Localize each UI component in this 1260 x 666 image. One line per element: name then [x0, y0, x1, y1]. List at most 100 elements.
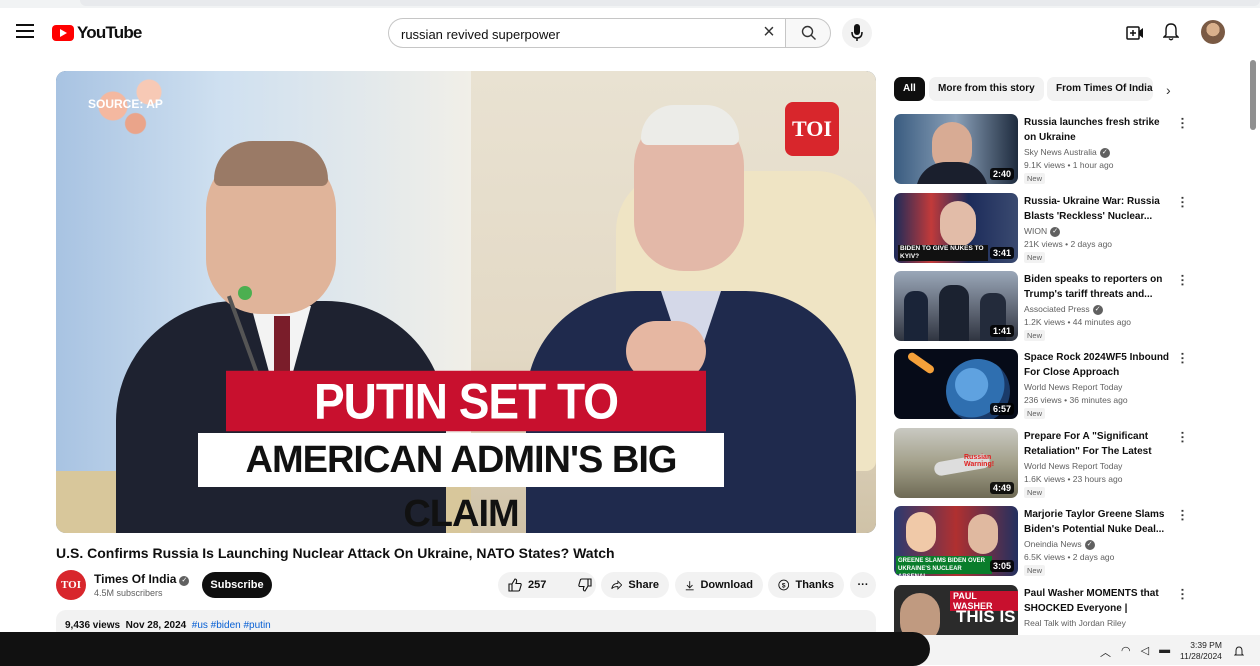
account-avatar[interactable]	[1201, 20, 1225, 44]
chip-from-channel[interactable]: From Times Of India	[1047, 77, 1153, 101]
video-thumbnail[interactable]: 1:41	[894, 271, 1018, 341]
recommendation-title[interactable]: Biden speaks to reporters on Trump's tar…	[1024, 272, 1174, 302]
video-thumbnail[interactable]: 6:57	[894, 349, 1018, 419]
more-actions-icon: ···	[857, 579, 869, 591]
description-meta: 9,436 views Nov 28, 2024 #us #biden #put…	[65, 620, 271, 631]
recommendation-item[interactable]: BIDEN TO GIVE NUKES TO KYIV? 3:41 Russia…	[894, 193, 1254, 265]
video-thumbnail[interactable]: GREENE SLAMS BIDEN OVER UKRAINE'S NUCLEA…	[894, 506, 1018, 576]
recommendation-title[interactable]: Paul Washer MOMENTS that SHOCKED Everyon…	[1024, 586, 1174, 616]
search-input[interactable]	[401, 24, 751, 44]
clear-search-icon[interactable]: ×	[759, 22, 779, 43]
kebab-menu-icon[interactable]: ···	[1175, 117, 1190, 130]
taskbar-clock[interactable]: 3:39 PM 11/28/2024	[1180, 640, 1222, 662]
kebab-menu-icon[interactable]: ···	[1175, 274, 1190, 287]
clock-date: 11/28/2024	[1180, 651, 1222, 661]
recommendation-meta: 21K views • 2 days ago	[1024, 239, 1113, 249]
recommendation-title[interactable]: Russia launches fresh strike on Ukraine	[1024, 115, 1174, 145]
channel-avatar[interactable]: TOI	[56, 570, 86, 600]
recommendation-item[interactable]: 1:41 Biden speaks to reporters on Trump'…	[894, 271, 1254, 343]
recommendation-channel[interactable]: WION ✓	[1024, 226, 1061, 237]
youtube-logo[interactable]: YouTube	[52, 23, 142, 43]
download-button[interactable]: Download	[675, 572, 763, 598]
thumbnail-caption: THIS IS	[956, 607, 1016, 626]
recommendation-meta: 236 views • 36 minutes ago	[1024, 395, 1128, 405]
recommendation-title[interactable]: Space Rock 2024WF5 Inbound For Close App…	[1024, 350, 1174, 380]
recommendation-item[interactable]: Russian Warning! 4:49 Prepare For A "Sig…	[894, 428, 1254, 500]
notifications-bell-icon[interactable]	[1162, 23, 1180, 46]
notification-center-icon[interactable]	[1233, 645, 1245, 663]
recommendation-channel[interactable]: Oneindia News ✓	[1024, 539, 1095, 550]
recommendation-channel-name[interactable]: Sky News Australia	[1024, 147, 1097, 157]
recommendation-channel-name[interactable]: WION	[1024, 226, 1047, 236]
chevron-up-icon[interactable]: ︿	[1100, 644, 1111, 660]
video-thumbnail[interactable]: BIDEN TO GIVE NUKES TO KYIV? 3:41	[894, 193, 1018, 263]
view-count: 9,436 views	[65, 620, 121, 631]
new-badge: New	[1024, 408, 1046, 419]
kebab-menu-icon[interactable]: ···	[1175, 352, 1190, 365]
recommendation-title[interactable]: Marjorie Taylor Greene Slams Biden's Pot…	[1024, 507, 1174, 537]
duration-badge: 3:41	[989, 247, 1014, 259]
duration-badge: 4:49	[989, 482, 1014, 494]
recommendation-channel[interactable]: Associated Press ✓	[1024, 304, 1103, 315]
thumbnail-caption: Russian Warning!	[964, 454, 995, 468]
thumbs-down-icon	[578, 578, 592, 592]
recommendation-channel[interactable]: World News Report Today	[1024, 461, 1122, 471]
recommendation-channel-name[interactable]: Oneindia News	[1024, 539, 1082, 549]
recommendation-channel[interactable]: World News Report Today	[1024, 382, 1122, 392]
recommendation-channel-name[interactable]: Associated Press	[1024, 304, 1090, 314]
video-thumbnail[interactable]: 2:40	[894, 114, 1018, 184]
more-actions-button[interactable]: ···	[850, 572, 876, 598]
chip-all[interactable]: All	[894, 77, 925, 101]
page-scrollbar[interactable]	[1250, 60, 1256, 130]
hashtags[interactable]: #us #biden #putin	[192, 620, 271, 631]
duration-badge: 6:57	[989, 403, 1014, 415]
chip-more-from-story[interactable]: More from this story	[929, 77, 1044, 101]
subscribe-button[interactable]: Subscribe	[202, 572, 272, 598]
thanks-button[interactable]: $ Thanks	[768, 572, 844, 598]
share-button[interactable]: Share	[601, 572, 669, 598]
duration-badge: 1:41	[989, 325, 1014, 337]
verified-check-icon: ✓	[1092, 305, 1103, 315]
channel-name-text[interactable]: Times Of India	[94, 572, 176, 586]
recommendation-title[interactable]: Prepare For A "Significant Retaliation" …	[1024, 429, 1174, 459]
like-count: 257	[528, 579, 547, 591]
microphone-icon	[851, 24, 863, 41]
kebab-menu-icon[interactable]: ···	[1175, 431, 1190, 444]
dislike-button[interactable]	[568, 572, 602, 598]
new-badge: New	[1024, 252, 1046, 263]
volume-icon[interactable]: ◁	[1141, 644, 1149, 660]
battery-icon[interactable]: ▬	[1159, 644, 1170, 660]
recommendation-title[interactable]: Russia- Ukraine War: Russia Blasts 'Reck…	[1024, 194, 1174, 224]
recommendation-item[interactable]: 6:57 Space Rock 2024WF5 Inbound For Clos…	[894, 349, 1254, 421]
search-button[interactable]	[785, 18, 831, 48]
speaker-left-hair	[214, 141, 328, 186]
hamburger-menu-icon[interactable]	[16, 24, 34, 38]
like-button[interactable]: 257	[498, 572, 556, 598]
source-tag: SOURCE: AP	[88, 97, 163, 111]
speaker-right-hair	[641, 105, 739, 145]
wifi-icon[interactable]: ◠	[1121, 644, 1131, 660]
thumbnail-caption: GREENE SLAMS BIDEN OVER UKRAINE'S NUCLEA…	[896, 556, 992, 576]
channel-watermark: TOI	[785, 102, 839, 156]
recommendation-item[interactable]: 2:40 Russia launches fresh strike on Ukr…	[894, 114, 1254, 186]
browser-tab-strip	[0, 0, 1260, 8]
video-thumbnail[interactable]: Russian Warning! 4:49	[894, 428, 1018, 498]
channel-name[interactable]: Times Of India ✓	[94, 572, 190, 586]
kebab-menu-icon[interactable]: ···	[1175, 196, 1190, 209]
recommendation-channel[interactable]: Real Talk with Jordan Riley	[1024, 618, 1126, 628]
new-badge: New	[1024, 330, 1046, 341]
logo-text: YouTube	[77, 23, 142, 42]
clock-time: 3:39 PM	[1190, 640, 1222, 650]
kebab-menu-icon[interactable]: ···	[1175, 588, 1190, 601]
kebab-menu-icon[interactable]: ···	[1175, 509, 1190, 522]
new-badge: New	[1024, 565, 1046, 576]
video-player[interactable]: SOURCE: AP TOI PUTIN SET TO ATTACK? AMER…	[56, 71, 876, 533]
duration-badge: 3:05	[989, 560, 1014, 572]
recommendation-channel[interactable]: Sky News Australia ✓	[1024, 147, 1110, 158]
create-video-icon[interactable]	[1126, 25, 1144, 46]
voice-search-button[interactable]	[842, 18, 872, 48]
subscriber-count: 4.5M subscribers	[94, 588, 163, 598]
recommendation-meta: 6.5K views • 2 days ago	[1024, 552, 1115, 562]
recommendation-item[interactable]: GREENE SLAMS BIDEN OVER UKRAINE'S NUCLEA…	[894, 506, 1254, 578]
chevron-right-icon[interactable]: ›	[1166, 82, 1171, 98]
